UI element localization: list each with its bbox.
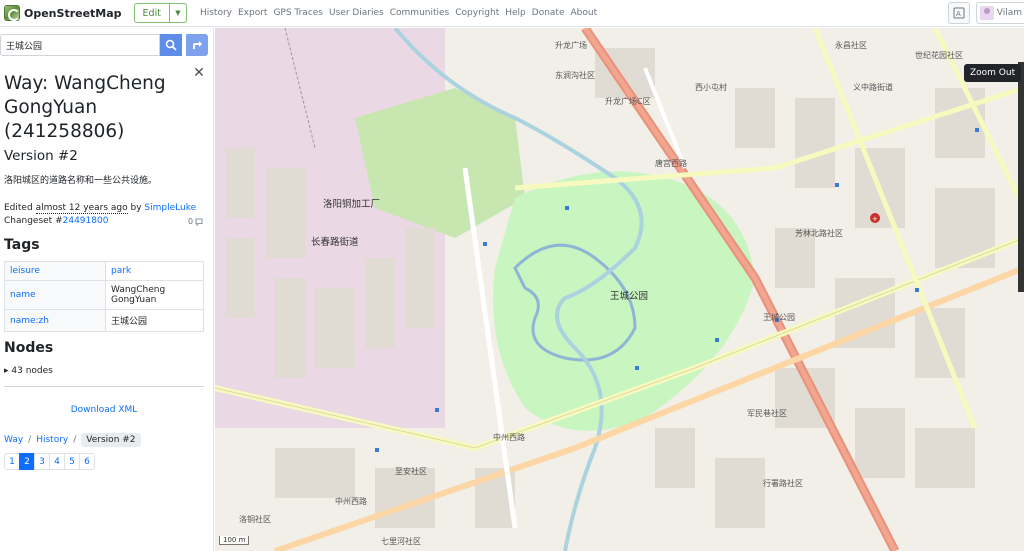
tags-table: leisure park name WangCheng GongYuan nam… <box>4 261 204 332</box>
map-label: 升龙广场 <box>555 41 587 50</box>
nav-donate[interactable]: Donate <box>532 8 565 18</box>
nav-user-diaries[interactable]: User Diaries <box>329 8 384 18</box>
version-label: Version #2 <box>4 148 78 164</box>
breadcrumb-separator: / <box>73 435 77 445</box>
tag-value-link[interactable]: park <box>111 266 131 276</box>
page-link-2[interactable]: 2 <box>19 453 35 470</box>
map-controls-strip[interactable] <box>1018 62 1024 292</box>
sidebar: ✕ Way: WangCheng GongYuan (241258806) Ve… <box>0 28 214 551</box>
breadcrumb-history[interactable]: History <box>36 435 68 445</box>
page-link-6[interactable]: 6 <box>79 453 95 470</box>
page-title: Way: WangCheng GongYuan (241258806) <box>4 73 166 142</box>
search-bar <box>0 34 213 56</box>
messages-icon[interactable]: A <box>948 2 970 24</box>
nav-about[interactable]: About <box>571 8 598 18</box>
map-label: 洛阳铜加工厂 <box>323 199 381 210</box>
map-label: 芳林北路社区 <box>795 229 843 238</box>
map-label: 王城公园 <box>763 313 795 322</box>
map-label: 中州西路 <box>493 433 525 442</box>
site-logo[interactable]: OpenStreetMap <box>0 0 122 27</box>
avatar <box>980 6 994 20</box>
tags-heading: Tags <box>4 237 40 253</box>
search-icon <box>165 39 177 51</box>
map-label: 中州西路 <box>335 497 367 506</box>
editor-user-link[interactable]: SimpleLuke <box>144 203 196 213</box>
breadcrumb-separator: / <box>28 435 32 445</box>
svg-text:A: A <box>956 10 961 18</box>
nav-help[interactable]: Help <box>505 8 526 18</box>
map-label: 永昌社区 <box>835 41 867 50</box>
edited-by: by <box>130 203 142 213</box>
top-header: OpenStreetMap Edit ▼ History Export GPS … <box>0 0 1024 27</box>
map-view[interactable]: + 升龙广场 东涧沟社区 升龙广场C区 西小屯村 洛阳铜加工厂 长春路街道 王城… <box>215 28 1024 551</box>
tag-value: 王城公园 <box>105 309 204 332</box>
nav-history[interactable]: History <box>200 8 232 18</box>
zoom-out-tooltip: Zoom Out <box>964 64 1022 82</box>
map-label: 世纪花园社区 <box>915 51 963 60</box>
nodes-heading: Nodes <box>4 340 54 356</box>
osm-logo-icon <box>4 5 20 21</box>
map-label: 长春路街道 <box>311 237 359 248</box>
tag-key[interactable]: name:zh <box>4 309 106 332</box>
comment-icon <box>195 218 203 226</box>
changeset-prefix: Changeset # <box>4 216 63 226</box>
nav-communities[interactable]: Communities <box>390 8 450 18</box>
comments-number: 0 <box>188 217 194 226</box>
table-row: name WangCheng GongYuan <box>4 280 204 310</box>
map-label: 王城公园 <box>610 291 649 302</box>
map-label: 军民巷社区 <box>747 409 787 418</box>
edited-info: Edited almost 12 years ago by SimpleLuke <box>4 203 196 214</box>
main-nav: History Export GPS Traces User Diaries C… <box>200 8 603 18</box>
search-button[interactable] <box>160 34 182 56</box>
page-link-3[interactable]: 3 <box>34 453 50 470</box>
map-label: 七里河社区 <box>381 537 421 546</box>
user-menu[interactable]: Vilam <box>976 2 1024 24</box>
map-label: 行署路社区 <box>763 479 803 488</box>
tag-value: park <box>105 261 204 281</box>
edited-time: almost 12 years ago <box>35 203 128 214</box>
site-title: OpenStreetMap <box>24 6 122 20</box>
map-scale-bar: 100 m <box>219 536 250 545</box>
version-pager: 1 2 3 4 5 6 <box>4 453 95 470</box>
map-label: 唐宫西路 <box>655 159 687 168</box>
breadcrumb: Way / History / Version #2 <box>4 433 141 447</box>
nav-copyright[interactable]: Copyright <box>455 8 499 18</box>
edit-button[interactable]: Edit <box>133 3 170 23</box>
download-xml-link[interactable]: Download XML <box>4 405 204 415</box>
user-name: Vilam <box>996 8 1022 18</box>
nodes-toggle[interactable]: ▸ 43 nodes <box>4 366 53 376</box>
edited-prefix: Edited <box>4 203 33 213</box>
changeset-info: Changeset #24491800 <box>4 216 108 226</box>
table-row: leisure park <box>4 261 204 281</box>
search-input[interactable] <box>0 34 160 56</box>
page-link-4[interactable]: 4 <box>49 453 65 470</box>
changeset-link[interactable]: 24491800 <box>63 216 109 226</box>
edit-dropdown-caret-icon[interactable]: ▼ <box>169 3 187 23</box>
map-label: 东涧沟社区 <box>555 71 595 80</box>
svg-text:+: + <box>872 215 878 223</box>
tag-key[interactable]: name <box>4 280 106 310</box>
tag-key[interactable]: leisure <box>4 261 106 281</box>
directions-button[interactable] <box>186 34 208 56</box>
close-icon[interactable]: ✕ <box>192 66 206 80</box>
map-label: 洛铜社区 <box>239 515 271 524</box>
map-label: 西小屯村 <box>695 83 727 92</box>
description: 洛阳城区的道路名称和一些公共设施。 <box>4 176 158 186</box>
divider <box>4 386 204 387</box>
table-row: name:zh 王城公园 <box>4 309 204 332</box>
directions-icon <box>193 41 202 49</box>
header-right: A Vilam <box>948 2 1024 24</box>
nav-export[interactable]: Export <box>238 8 267 18</box>
map-label: 升龙广场C区 <box>605 97 651 106</box>
tag-value: WangCheng GongYuan <box>105 280 204 310</box>
page-link-5[interactable]: 5 <box>64 453 80 470</box>
comments-count: 0 <box>188 217 203 226</box>
breadcrumb-current: Version #2 <box>81 433 141 447</box>
map-label: 至安社区 <box>395 467 427 476</box>
page-link-1[interactable]: 1 <box>4 453 20 470</box>
nav-gps-traces[interactable]: GPS Traces <box>273 8 323 18</box>
breadcrumb-way[interactable]: Way <box>4 435 23 445</box>
edit-button-group: Edit ▼ <box>133 3 187 23</box>
map-label: 义中路街道 <box>853 83 893 92</box>
